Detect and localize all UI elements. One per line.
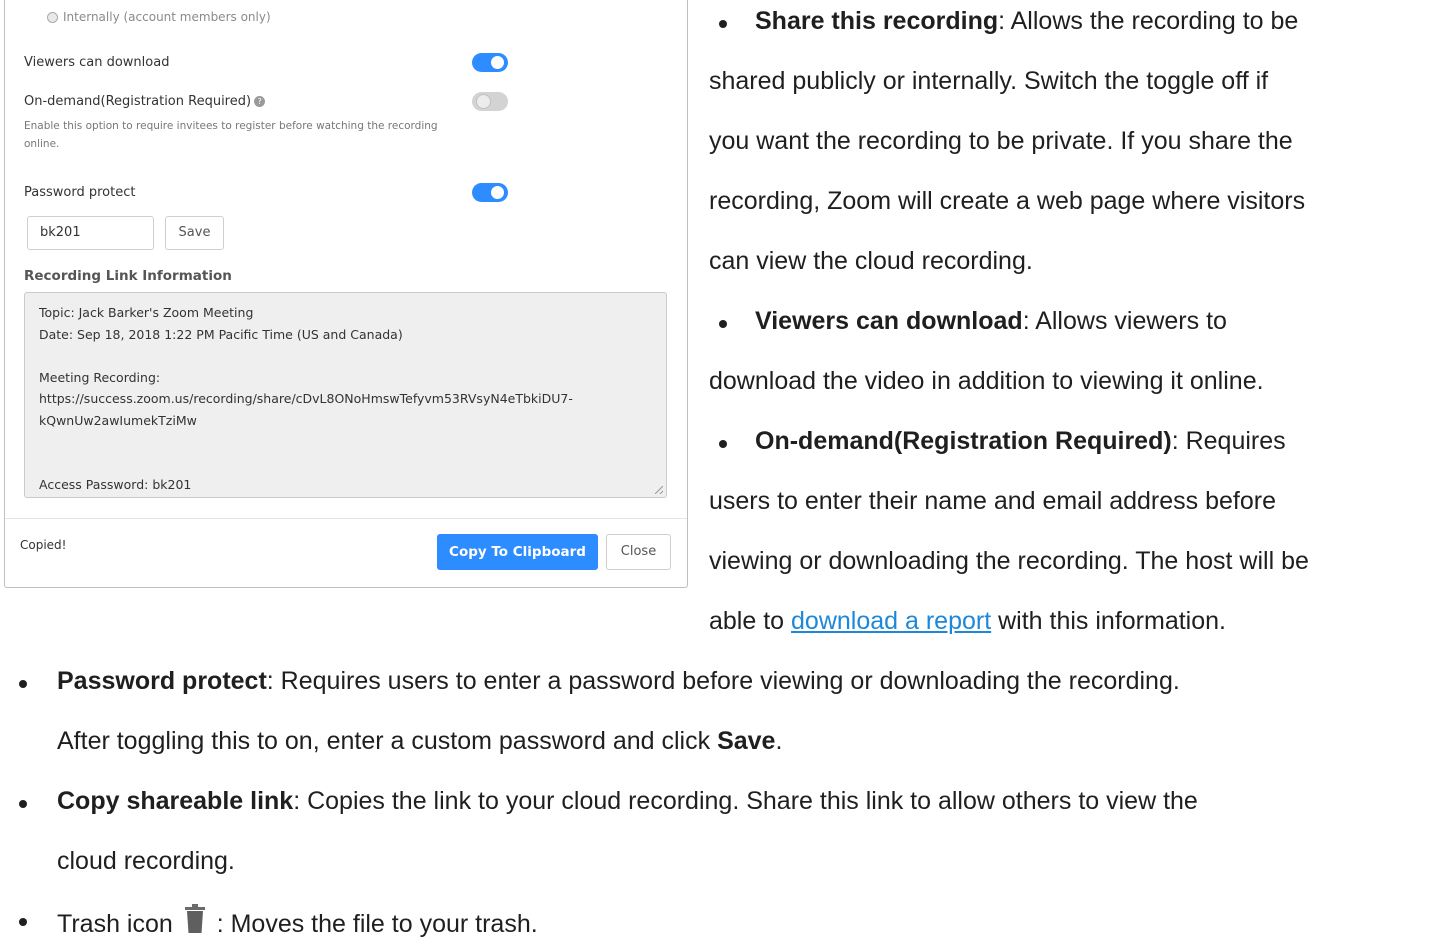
info-line: Date: Sep 18, 2018 1:22 PM Pacific Time …	[39, 326, 403, 342]
share-line-5: can view the cloud recording.	[709, 247, 1033, 275]
viewers-line-2: download the video in addition to viewin…	[709, 367, 1264, 395]
copy-line-2: cloud recording.	[57, 847, 235, 875]
ondemand-line-4: able to download a report with this info…	[709, 607, 1226, 636]
info-line: ​	[39, 453, 652, 475]
info-line: Access Password: bk201	[39, 477, 192, 492]
resize-grip-icon[interactable]	[655, 486, 663, 494]
viewers-text: : Allows viewers to	[1022, 307, 1227, 335]
ondemand-line-3: viewing or downloading the recording. Th…	[709, 547, 1309, 575]
password-text: : Requires users to enter a password bef…	[266, 667, 1180, 695]
password-protect-label: Password protect	[24, 185, 136, 200]
recording-link-title: Recording Link Information	[24, 268, 232, 284]
bullet	[19, 918, 27, 926]
share-internally-option[interactable]: Internally (account members only)	[47, 10, 271, 24]
password-protect-toggle[interactable]	[472, 183, 508, 202]
bullet	[19, 800, 27, 808]
bullet	[719, 20, 727, 28]
close-button[interactable]: Close	[606, 534, 671, 570]
share-line-3: you want the recording to be private. If…	[709, 127, 1293, 155]
copied-status: Copied!	[20, 538, 67, 552]
recording-link-textarea[interactable]: Topic: Jack Barker's Zoom Meeting Date: …	[24, 292, 667, 498]
question-mark-icon[interactable]: ?	[254, 96, 266, 107]
on-demand-label: On-demand(Registration Required)?	[24, 94, 266, 109]
password-input[interactable]: bk201	[27, 216, 154, 250]
trash-text: Trash icon	[57, 910, 173, 938]
save-emphasis: Save	[717, 727, 776, 755]
toggle-knob	[491, 56, 504, 69]
bullet	[719, 320, 727, 328]
viewers-line-1: Viewers can download: Allows viewers to	[755, 307, 1227, 336]
on-demand-help-text: Enable this option to require invitees t…	[24, 120, 438, 150]
toggle-knob	[476, 94, 491, 109]
on-demand-toggle[interactable]	[472, 92, 508, 111]
ondemand-text: with this information.	[991, 607, 1226, 635]
info-line: ​	[39, 431, 652, 453]
share-recording-dialog: Internally (account members only) Viewer…	[4, 0, 688, 588]
trash-text: : Moves the file to your trash.	[216, 910, 538, 938]
trash-line: Trash icon : Moves the file to your tras…	[57, 904, 538, 939]
password-title: Password protect	[57, 667, 267, 695]
radio-button[interactable]	[47, 11, 58, 23]
info-line: Topic: Jack Barker's Zoom Meeting	[39, 305, 254, 320]
ondemand-title: On-demand(Registration Required)	[755, 427, 1172, 455]
share-text: : Allows the recording to be	[998, 7, 1299, 35]
ondemand-text: able to	[709, 607, 792, 635]
share-title: Share this recording	[755, 7, 999, 35]
radio-label: Internally (account members only)	[63, 10, 271, 24]
viewers-can-download-toggle[interactable]	[472, 53, 508, 72]
toggle-knob	[491, 186, 504, 199]
ondemand-line-1: On-demand(Registration Required): Requir…	[755, 427, 1286, 456]
share-line-1: Share this recording: Allows the recordi…	[755, 7, 1298, 36]
download-report-link[interactable]: download a report	[791, 607, 991, 635]
copy-to-clipboard-button[interactable]: Copy To Clipboard	[437, 534, 598, 570]
copy-text: : Copies the link to your cloud recordin…	[293, 787, 1198, 815]
info-line: ​	[39, 345, 652, 367]
password-line-2: After toggling this to on, enter a custo…	[57, 727, 782, 756]
bullet	[719, 440, 727, 448]
bullet	[19, 680, 27, 688]
footer-divider	[5, 518, 687, 519]
password-text: .	[775, 727, 783, 755]
password-line-1: Password protect: Requires users to ente…	[57, 667, 1180, 696]
info-line: Meeting Recording:	[39, 369, 161, 385]
share-line-2: shared publicly or internally. Switch th…	[709, 67, 1269, 95]
info-line: kQwnUw2awIumekTziMw	[39, 412, 197, 428]
viewers-title: Viewers can download	[755, 307, 1023, 335]
ondemand-line-2: users to enter their name and email addr…	[709, 487, 1276, 515]
password-text: After toggling this to on, enter a custo…	[57, 727, 718, 755]
viewers-can-download-label: Viewers can download	[24, 55, 170, 70]
share-line-4: recording, Zoom will create a web page w…	[709, 187, 1306, 215]
copy-title: Copy shareable link	[57, 787, 294, 815]
save-button[interactable]: Save	[165, 216, 224, 250]
on-demand-label-text: On-demand(Registration Required)	[24, 94, 252, 109]
info-line: https://success.zoom.us/recording/share/…	[39, 391, 573, 406]
copy-line-1: Copy shareable link: Copies the link to …	[57, 787, 1198, 816]
ondemand-text: : Requires	[1171, 427, 1286, 455]
trash-icon	[184, 904, 206, 934]
